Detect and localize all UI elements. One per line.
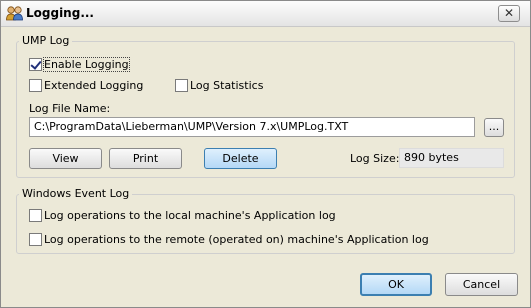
- remote-app-log-checkbox[interactable]: [29, 233, 42, 246]
- enable-logging-checkbox[interactable]: [29, 58, 42, 71]
- log-statistics-checkbox[interactable]: [175, 79, 188, 92]
- log-size-value: 890 bytes: [399, 148, 504, 168]
- delete-button[interactable]: Delete: [204, 148, 277, 169]
- windows-event-log-legend: Windows Event Log: [19, 187, 133, 200]
- cancel-button[interactable]: Cancel: [445, 273, 518, 296]
- title-bar[interactable]: Logging... ✕: [1, 1, 530, 27]
- logging-dialog: Logging... ✕ UMP Log Enable Logging Exte…: [0, 0, 531, 308]
- log-statistics-label[interactable]: Log Statistics: [190, 79, 263, 92]
- remote-app-log-label[interactable]: Log operations to the remote (operated o…: [44, 233, 429, 246]
- enable-logging-label[interactable]: Enable Logging: [43, 57, 130, 72]
- browse-button[interactable]: ...: [484, 118, 504, 137]
- extended-logging-label[interactable]: Extended Logging: [44, 79, 143, 92]
- close-icon: ✕: [503, 6, 515, 20]
- view-button[interactable]: View: [29, 148, 102, 169]
- ok-button[interactable]: OK: [360, 273, 432, 296]
- users-app-icon: [6, 6, 23, 21]
- log-file-name-label: Log File Name:: [29, 102, 111, 115]
- print-button[interactable]: Print: [109, 148, 182, 169]
- close-button[interactable]: ✕: [498, 5, 520, 22]
- local-app-log-checkbox[interactable]: [29, 209, 42, 222]
- extended-logging-checkbox[interactable]: [29, 79, 42, 92]
- ump-log-legend: UMP Log: [19, 34, 73, 47]
- local-app-log-label[interactable]: Log operations to the local machine's Ap…: [44, 209, 336, 222]
- log-size-label: Log Size:: [350, 152, 400, 165]
- window-title: Logging...: [26, 6, 94, 20]
- log-file-name-input[interactable]: C:\ProgramData\Lieberman\UMP\Version 7.x…: [29, 117, 475, 137]
